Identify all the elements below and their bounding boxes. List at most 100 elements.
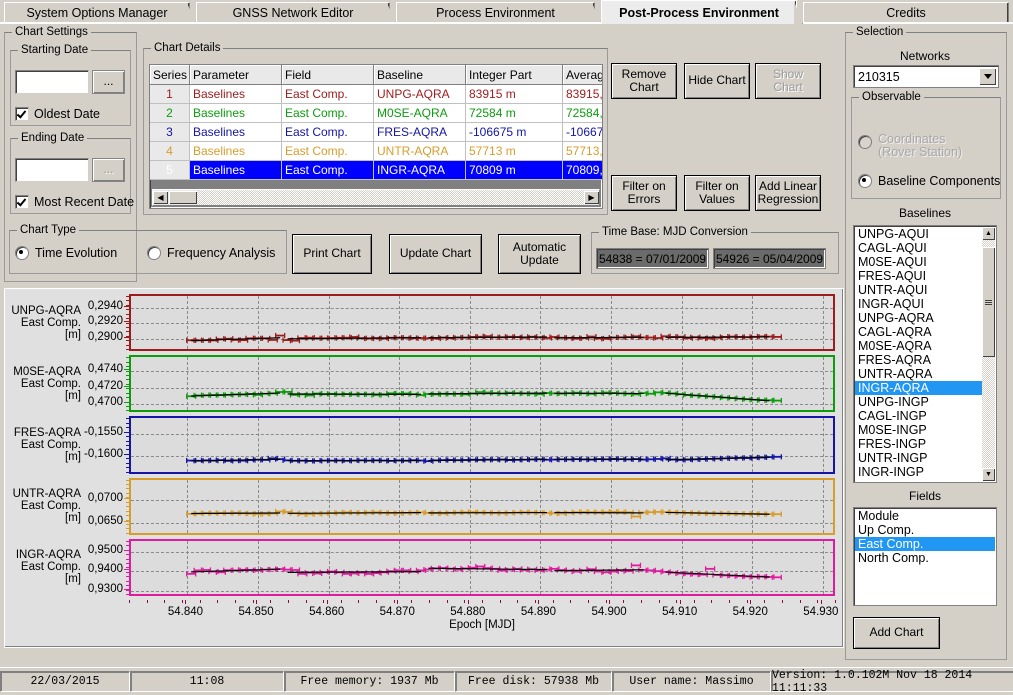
- automatic-update-button[interactable]: Automatic Update: [498, 234, 581, 274]
- list-item[interactable]: UNTR-INGP: [855, 451, 982, 465]
- scroll-down-arrow-icon[interactable]: ▼: [982, 468, 995, 481]
- tab-post-process-environment[interactable]: Post-Process Environment: [601, 0, 797, 24]
- update-chart-button[interactable]: Update Chart: [389, 234, 482, 274]
- baseline-cell: FRES-AQRA: [374, 123, 466, 142]
- list-item[interactable]: UNTR-AQUI: [855, 283, 982, 297]
- networks-label: Networks: [845, 49, 1005, 63]
- scroll-track[interactable]: [197, 190, 584, 205]
- regression-line: [288, 512, 421, 513]
- x-minor-tick: [235, 600, 236, 603]
- baselines-vscrollbar[interactable]: ▲ ▼: [982, 227, 995, 481]
- tab-process-environment[interactable]: Process Environment: [396, 2, 595, 23]
- list-item[interactable]: FRES-INGP: [855, 437, 982, 451]
- tab-credits[interactable]: Credits: [803, 2, 1009, 23]
- radio-baseline-components[interactable]: Baseline Components: [858, 174, 1000, 188]
- col-parameter[interactable]: Parameter: [190, 65, 282, 85]
- series-markers: [131, 357, 837, 414]
- hide-chart-button[interactable]: Hide Chart: [684, 63, 750, 99]
- list-item[interactable]: CAGL-AQUI: [855, 241, 982, 255]
- scroll-thumb[interactable]: [982, 247, 995, 357]
- list-item[interactable]: UNPG-AQUI: [855, 227, 982, 241]
- list-item[interactable]: M0SE-AQUI: [855, 255, 982, 269]
- remove-chart-button[interactable]: Remove Chart: [611, 63, 677, 99]
- x-minor-tick: [429, 600, 430, 603]
- y-minor-tick: [126, 554, 129, 555]
- tab-corner: [187, 3, 196, 23]
- list-item[interactable]: INGR-AQRA: [855, 381, 982, 395]
- y-axis-label-line: East Comp.: [9, 500, 81, 512]
- list-item[interactable]: CAGL-AQRA: [855, 325, 982, 339]
- x-tick-mark: [750, 600, 751, 604]
- x-tick-label: 54.910: [650, 606, 710, 618]
- print-chart-button[interactable]: Print Chart: [292, 234, 372, 274]
- y-axis-label-line: [m]: [9, 329, 81, 341]
- radio-label: Frequency Analysis: [167, 246, 275, 260]
- table-row[interactable]: 4BaselinesEast Comp.UNTR-AQRA57713 m5771…: [150, 142, 603, 161]
- y-tick-mark: [124, 521, 129, 522]
- fields-listbox[interactable]: ModuleUp Comp.East Comp.North Comp.: [853, 507, 997, 606]
- filter-on-errors-button[interactable]: Filter on Errors: [611, 175, 677, 211]
- chevron-down-icon[interactable]: [979, 68, 996, 85]
- baseline-cell: UNPG-AQRA: [374, 85, 466, 104]
- table-header-row: Series Parameter Field Baseline Integer …: [150, 65, 603, 85]
- list-item[interactable]: North Comp.: [855, 551, 995, 565]
- list-item[interactable]: FRES-AQUI: [855, 269, 982, 283]
- y-minor-tick: [126, 309, 129, 310]
- scroll-right-arrow-icon[interactable]: ▶: [584, 191, 599, 204]
- col-average[interactable]: Average: [563, 65, 604, 85]
- starting-date-input[interactable]: [15, 70, 89, 94]
- list-item[interactable]: UNTR-AQRA: [855, 367, 982, 381]
- scroll-up-arrow-icon[interactable]: ▲: [982, 227, 995, 240]
- add-chart-button[interactable]: Add Chart: [853, 617, 940, 649]
- y-axis-label-line: UNPG-AQRA: [9, 305, 81, 317]
- chart-details-hscrollbar[interactable]: ◀ ▶: [152, 189, 600, 206]
- list-item[interactable]: M0SE-AQRA: [855, 339, 982, 353]
- list-item[interactable]: M0SE-INGP: [855, 423, 982, 437]
- status-version: Version: 1.0.102M Nov 18 2014 11:11:33: [771, 671, 1013, 692]
- show-chart-button[interactable]: Show Chart: [755, 63, 821, 99]
- radio-frequency-analysis[interactable]: Frequency Analysis: [147, 246, 275, 260]
- tab-gnss-network-editor[interactable]: GNSS Network Editor: [196, 2, 390, 23]
- regression-line: [554, 570, 643, 571]
- list-item[interactable]: INGR-AQUI: [855, 297, 982, 311]
- ending-date-browse-button[interactable]: ...: [92, 158, 125, 182]
- selection-title: Selection: [853, 26, 906, 38]
- table-row[interactable]: 3BaselinesEast Comp.FRES-AQRA-106675 m-1…: [150, 123, 603, 142]
- chart-plot-area[interactable]: [129, 294, 835, 600]
- scroll-thumb[interactable]: [169, 191, 197, 204]
- table-row[interactable]: 2BaselinesEast Comp.M0SE-AQRA72584 m7258…: [150, 104, 603, 123]
- ending-date-input[interactable]: [15, 158, 89, 182]
- col-series[interactable]: Series: [150, 65, 190, 85]
- list-item[interactable]: CAGL-INGP: [855, 409, 982, 423]
- most-recent-date-checkbox[interactable]: Most Recent Date: [15, 195, 134, 209]
- ending-date-title: Ending Date: [18, 132, 87, 144]
- add-linear-regression-button[interactable]: Add Linear Regression: [755, 175, 821, 211]
- list-item[interactable]: FRES-AQRA: [855, 353, 982, 367]
- scroll-left-arrow-icon[interactable]: ◀: [153, 191, 168, 204]
- radio-coordinates-rover-station[interactable]: Coordinates (Rover Station): [858, 133, 962, 159]
- baselines-listbox[interactable]: UNPG-AQUICAGL-AQUIM0SE-AQUIFRES-AQUIUNTR…: [853, 225, 997, 483]
- col-field[interactable]: Field: [282, 65, 374, 85]
- table-row[interactable]: 5BaselinesEast Comp.INGR-AQRA70809 m7080…: [150, 161, 603, 180]
- oldest-date-checkbox[interactable]: Oldest Date: [15, 107, 100, 121]
- list-item[interactable]: INGR-INGP: [855, 465, 982, 479]
- y-axis-series-label: INGR-AQRAEast Comp.[m]: [9, 549, 81, 585]
- list-item[interactable]: UNPG-AQRA: [855, 311, 982, 325]
- list-item[interactable]: East Comp.: [855, 537, 995, 551]
- col-baseline[interactable]: Baseline: [374, 65, 466, 85]
- filter-on-values-button[interactable]: Filter on Values: [684, 175, 750, 211]
- col-integer-part[interactable]: Integer Part: [466, 65, 563, 85]
- x-tick-mark: [397, 600, 398, 604]
- radio-time-evolution[interactable]: Time Evolution: [15, 246, 117, 260]
- y-axis-label-line: M0SE-AQRA: [9, 366, 81, 378]
- x-minor-tick: [711, 600, 712, 603]
- starting-date-browse-button[interactable]: ...: [92, 70, 125, 94]
- networks-combobox[interactable]: 210315: [853, 65, 999, 88]
- list-item[interactable]: Up Comp.: [855, 523, 995, 537]
- chart-canvas[interactable]: 0,29400,29200,2900UNPG-AQRAEast Comp.[m]…: [4, 288, 844, 648]
- tab-system-options-manager[interactable]: System Options Manager: [4, 2, 190, 23]
- y-axis-label-line: East Comp.: [9, 561, 81, 573]
- list-item[interactable]: UNPG-INGP: [855, 395, 982, 409]
- list-item[interactable]: Module: [855, 509, 995, 523]
- table-row[interactable]: 1BaselinesEast Comp.UNPG-AQRA83915 m8391…: [150, 85, 603, 104]
